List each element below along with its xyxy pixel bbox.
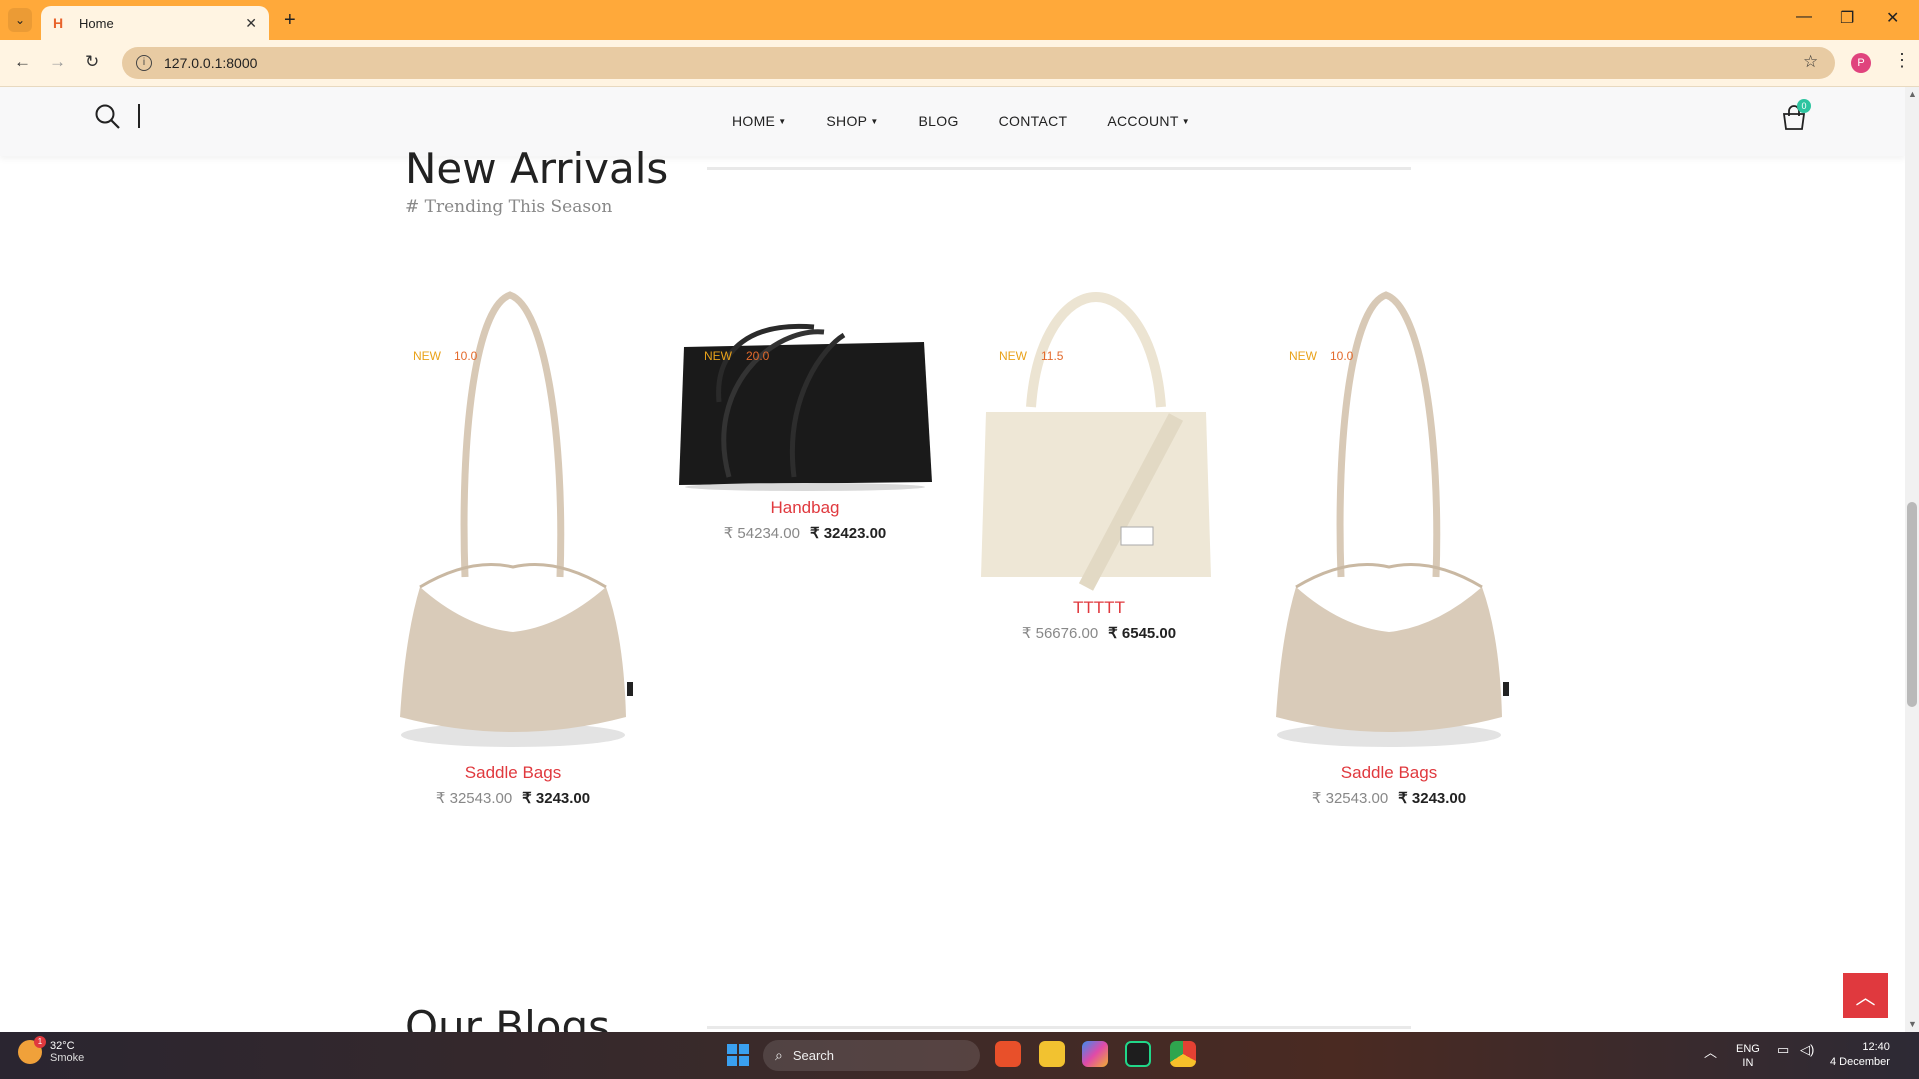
- cart-count-badge: 0: [1797, 99, 1811, 113]
- search-icon: ⌕: [775, 1047, 783, 1063]
- page-viewport: HOME ▼ SHOP ▼ BLOG CONTACT ACCOUNT ▼ 0 New …: [0, 87, 1905, 1032]
- product-card[interactable]: NEW 20.0 Handbag ₹ 54234.00 ₹ 32423.00: [674, 287, 936, 542]
- discount-badge: 10.0: [1330, 349, 1354, 363]
- old-price: ₹ 54234.00: [723, 525, 800, 542]
- scrollbar-thumb[interactable]: [1907, 502, 1917, 707]
- search-icon[interactable]: [94, 103, 122, 131]
- taskbar-search[interactable]: ⌕ Search: [763, 1040, 980, 1071]
- close-window-icon[interactable]: ✕: [1886, 8, 1899, 28]
- old-price: ₹ 32543.00: [435, 790, 513, 807]
- chevron-down-icon: ▼: [1181, 116, 1190, 126]
- browser-tabbar: ⌄ H Home ✕ + — ❐ ✕: [0, 0, 1919, 40]
- section-title: New Arrivals: [405, 144, 669, 193]
- copilot-icon[interactable]: [1082, 1041, 1108, 1067]
- reload-icon[interactable]: ↻: [85, 52, 99, 72]
- section-subtitle: # Trending This Season: [405, 197, 613, 217]
- browser-menu-icon[interactable]: ⋮: [1893, 50, 1911, 71]
- chrome-icon[interactable]: [1170, 1041, 1196, 1067]
- product-card[interactable]: NEW 11.5 TTTTT ₹ 56676.00 ₹ 6545.00: [966, 287, 1232, 642]
- forward-icon[interactable]: →: [49, 52, 66, 72]
- section-divider: [707, 1026, 1411, 1029]
- chevron-up-icon: ︿: [1855, 987, 1876, 1009]
- weather-widget[interactable]: 1 32°C Smoke: [18, 1036, 85, 1064]
- product-image[interactable]: NEW 10.0: [1256, 287, 1522, 757]
- tab-search-button[interactable]: ⌄: [8, 8, 32, 32]
- blogs-section-title: Our Blogs: [405, 1002, 611, 1032]
- page-scrollbar[interactable]: ▲ ▼: [1905, 87, 1919, 1032]
- bookmark-star-icon[interactable]: ☆: [1803, 52, 1818, 72]
- volume-icon[interactable]: ◁): [1800, 1042, 1814, 1058]
- nav-contact[interactable]: CONTACT: [999, 113, 1068, 129]
- new-badge: NEW: [999, 349, 1027, 363]
- browser-tab-home[interactable]: H Home ✕: [41, 6, 269, 40]
- brave-browser-icon[interactable]: [995, 1041, 1021, 1067]
- nav-blog[interactable]: BLOG: [919, 113, 959, 129]
- site-info-icon[interactable]: i: [136, 55, 152, 71]
- file-explorer-icon[interactable]: [1039, 1041, 1065, 1067]
- product-name[interactable]: TTTTT: [966, 598, 1232, 618]
- profile-avatar[interactable]: P: [1851, 53, 1871, 73]
- nav-shop[interactable]: SHOP ▼: [826, 113, 878, 129]
- product-image[interactable]: NEW 20.0: [674, 287, 936, 492]
- section-divider: [707, 167, 1411, 170]
- product-name[interactable]: Saddle Bags: [380, 763, 646, 783]
- weather-alert-badge: 1: [34, 1036, 46, 1048]
- product-prices: ₹ 32543.00 ₹ 3243.00: [380, 789, 646, 807]
- tab-title: Home: [79, 15, 114, 31]
- discount-badge: 11.5: [1041, 349, 1064, 363]
- scroll-up-icon[interactable]: ▲: [1908, 89, 1917, 99]
- product-image[interactable]: NEW 11.5: [966, 287, 1232, 592]
- product-name[interactable]: Saddle Bags: [1256, 763, 1522, 783]
- nav-home[interactable]: HOME ▼: [732, 113, 786, 129]
- new-badge: NEW: [1289, 349, 1317, 363]
- old-price: ₹ 56676.00: [1021, 625, 1099, 642]
- new-badge: NEW: [413, 349, 441, 363]
- weather-desc: Smoke: [50, 1052, 85, 1064]
- nav-account[interactable]: ACCOUNT ▼: [1107, 113, 1190, 129]
- weather-temp: 32°C: [50, 1040, 75, 1052]
- back-icon[interactable]: ←: [14, 52, 31, 72]
- discount-badge: 10.0: [454, 349, 478, 363]
- product-prices: ₹ 56676.00 ₹ 6545.00: [966, 624, 1232, 642]
- search-input-caret[interactable]: [138, 104, 140, 128]
- address-bar[interactable]: i 127.0.0.1:8000: [122, 47, 1835, 79]
- product-image[interactable]: NEW 10.0: [380, 287, 646, 757]
- new-badge: NEW: [704, 349, 732, 363]
- product-prices: ₹ 32543.00 ₹ 3243.00: [1256, 789, 1522, 807]
- os-taskbar: 1 32°C Smoke ⌕ Search ︿ ENG IN ▭ ◁) 12:4…: [0, 1032, 1919, 1079]
- product-prices: ₹ 54234.00 ₹ 32423.00: [674, 524, 936, 542]
- site-favicon-icon: H: [53, 15, 64, 31]
- back-to-top-button[interactable]: ︿: [1843, 973, 1888, 1018]
- product-name[interactable]: Handbag: [674, 498, 936, 518]
- tray-overflow-chevron-icon[interactable]: ︿: [1704, 1042, 1717, 1061]
- old-price: ₹ 32543.00: [1311, 790, 1389, 807]
- chevron-down-icon: ▼: [778, 116, 787, 126]
- sale-price: ₹ 6545.00: [1108, 625, 1177, 642]
- sale-price: ₹ 3243.00: [1398, 790, 1467, 807]
- scroll-down-icon[interactable]: ▼: [1908, 1019, 1917, 1029]
- restore-icon[interactable]: ❐: [1840, 8, 1854, 28]
- language-indicator[interactable]: ENG IN: [1736, 1042, 1760, 1070]
- chevron-down-icon: ▼: [870, 116, 879, 126]
- product-card[interactable]: NEW 10.0 Saddle Bags ₹ 32543.00 ₹ 3243.00: [1256, 287, 1522, 807]
- url-text: 127.0.0.1:8000: [164, 55, 258, 71]
- site-header: HOME ▼ SHOP ▼ BLOG CONTACT ACCOUNT ▼ 0: [0, 87, 1905, 156]
- system-clock[interactable]: 12:40 4 December: [1830, 1040, 1890, 1070]
- network-icon[interactable]: ▭: [1777, 1042, 1789, 1058]
- minimize-icon[interactable]: —: [1796, 8, 1812, 26]
- taskbar-search-placeholder: Search: [792, 1048, 835, 1063]
- new-tab-button[interactable]: +: [284, 9, 296, 32]
- sale-price: ₹ 32423.00: [810, 525, 887, 542]
- weather-icon: 1: [18, 1036, 46, 1064]
- product-card[interactable]: NEW 10.0 Saddle Bags ₹ 32543.00 ₹ 3243.00: [380, 287, 646, 807]
- main-navigation: HOME ▼ SHOP ▼ BLOG CONTACT ACCOUNT ▼: [732, 113, 1230, 129]
- discount-badge: 20.0: [746, 349, 770, 363]
- start-button[interactable]: [727, 1044, 749, 1066]
- close-tab-icon[interactable]: ✕: [245, 15, 257, 32]
- sale-price: ₹ 3243.00: [522, 790, 591, 807]
- pycharm-icon[interactable]: [1125, 1041, 1151, 1067]
